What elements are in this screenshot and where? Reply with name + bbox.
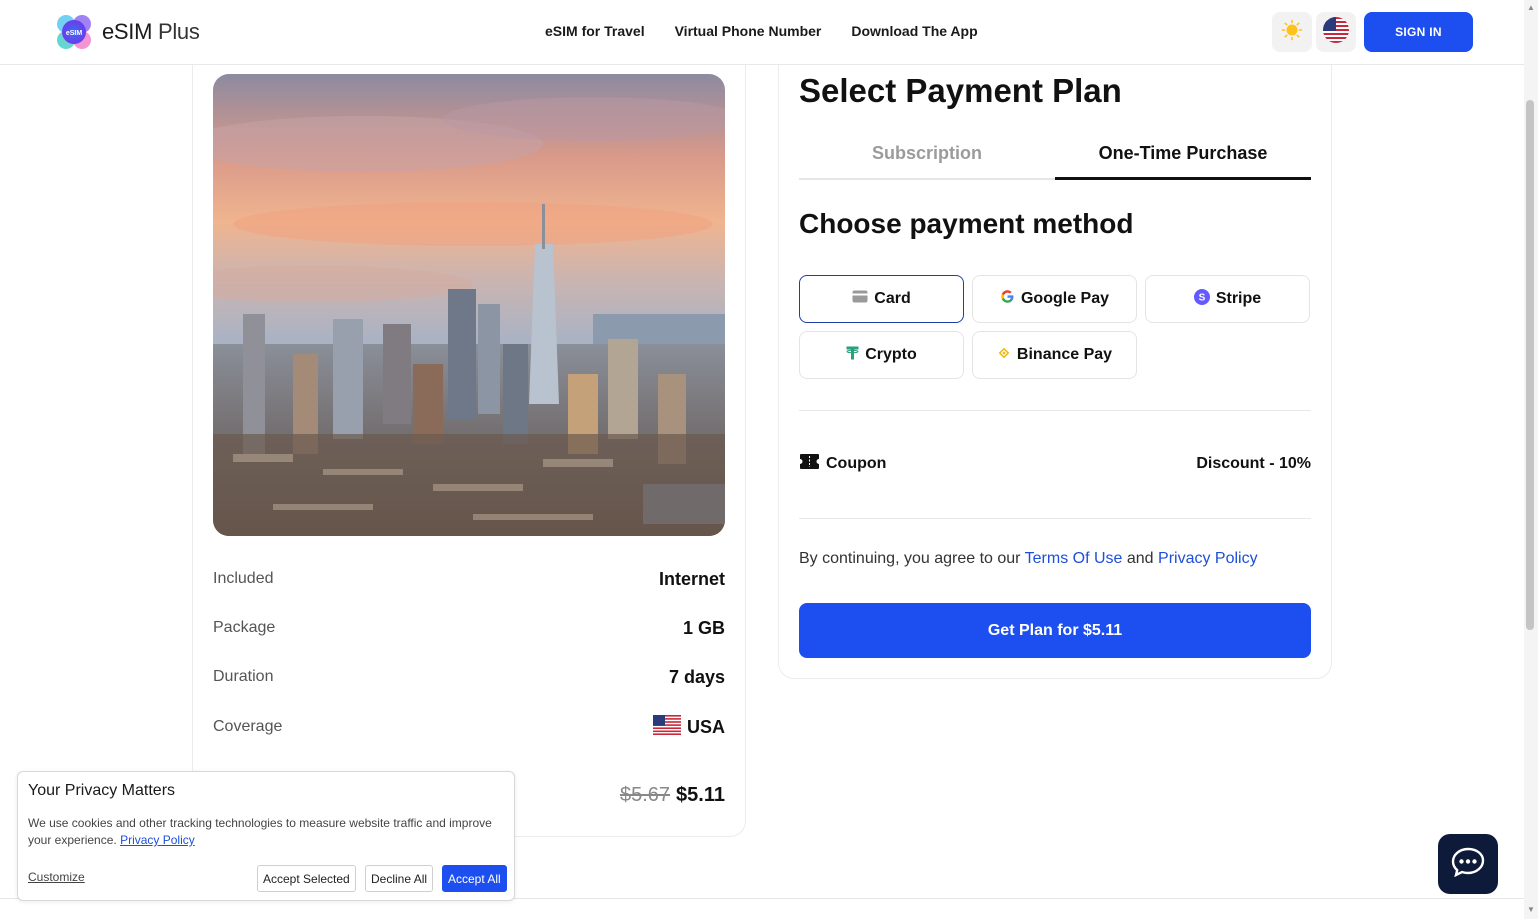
- nav-esim-for-travel[interactable]: eSIM for Travel: [545, 23, 645, 39]
- cookie-banner-body: We use cookies and other tracking techno…: [28, 816, 492, 847]
- stripe-icon: S: [1193, 288, 1210, 310]
- terms-of-use-link[interactable]: Terms Of Use: [1025, 550, 1123, 567]
- page: eSIM eSIM Plus eSIM for Travel Virtual P…: [0, 0, 1538, 919]
- coupon-icon: [799, 453, 820, 475]
- logo-text-main: eSIM: [102, 19, 153, 44]
- payment-method-card[interactable]: Card: [799, 275, 964, 323]
- info-row-duration: Duration 7 days: [213, 662, 725, 692]
- logo-text: eSIM Plus: [102, 19, 200, 45]
- tab-subscription[interactable]: Subscription: [799, 134, 1055, 178]
- coverage-country: USA: [686, 716, 725, 737]
- chat-widget-button[interactable]: [1438, 834, 1498, 894]
- info-label: Duration: [213, 668, 274, 685]
- theme-toggle-button[interactable]: [1272, 12, 1312, 52]
- cookie-consent-banner: Your Privacy Matters We use cookies and …: [17, 771, 515, 901]
- coupon-label-group: Coupon: [799, 453, 886, 475]
- us-flag-icon: [1323, 16, 1349, 48]
- logo-badge-text: eSIM: [66, 30, 83, 37]
- divider: [799, 410, 1311, 411]
- info-label: Package: [213, 619, 276, 636]
- sign-in-button[interactable]: SIGN IN: [1364, 12, 1473, 52]
- payment-method-heading: Choose payment method: [799, 208, 1134, 239]
- discount-label: Discount - 10%: [1196, 455, 1311, 472]
- nav-download-the-app[interactable]: Download The App: [851, 23, 977, 39]
- scroll-down-arrow-icon[interactable]: ▼: [1527, 905, 1535, 914]
- discounted-price: $5.11: [676, 783, 725, 806]
- tab-one-time-purchase[interactable]: One-Time Purchase: [1055, 134, 1311, 180]
- coupon-row[interactable]: Coupon Discount - 10%: [799, 452, 1311, 476]
- payment-method-crypto[interactable]: Crypto: [799, 331, 964, 379]
- payment-method-label: Binance Pay: [1016, 346, 1113, 363]
- svg-text:S: S: [1198, 292, 1205, 303]
- nav-virtual-phone-number[interactable]: Virtual Phone Number: [675, 23, 822, 39]
- sun-icon: [1281, 19, 1303, 46]
- coverage-value: USA: [652, 714, 725, 740]
- tether-icon: [846, 346, 859, 365]
- payment-method-binance-pay[interactable]: Binance Pay: [972, 331, 1137, 379]
- payment-method-google-pay[interactable]: Google Pay: [972, 275, 1137, 323]
- payment-method-label: Crypto: [865, 346, 917, 363]
- cookie-banner-text: We use cookies and other tracking techno…: [28, 815, 504, 849]
- divider: [799, 518, 1311, 519]
- card-icon: [852, 290, 868, 308]
- payment-method-label: Google Pay: [1020, 290, 1110, 307]
- scroll-up-arrow-icon[interactable]: ▲: [1527, 3, 1535, 12]
- terms-and: and: [1122, 550, 1159, 567]
- info-label: Included: [213, 570, 274, 587]
- customize-link[interactable]: Customize: [28, 870, 85, 884]
- coupon-label: Coupon: [826, 455, 887, 472]
- info-value: Internet: [658, 568, 725, 589]
- privacy-policy-link[interactable]: Privacy Policy: [1158, 550, 1258, 567]
- info-label: Coverage: [213, 718, 283, 735]
- accept-selected-button[interactable]: Accept Selected: [257, 865, 356, 892]
- logo-text-sub: Plus: [152, 19, 200, 44]
- site-header: eSIM eSIM Plus eSIM for Travel Virtual P…: [0, 0, 1524, 65]
- logo-icon: eSIM: [54, 12, 94, 52]
- terms-text: By continuing, you agree to our Terms Of…: [799, 550, 1258, 568]
- info-row-package: Package 1 GB: [213, 613, 725, 643]
- payment-method-label: Card: [874, 290, 911, 307]
- plan-tabs: Subscription One-Time Purchase: [799, 134, 1311, 180]
- page-title: Select Payment Plan: [799, 72, 1122, 109]
- info-row-coverage: Coverage USA: [213, 712, 725, 742]
- logo[interactable]: eSIM eSIM Plus: [54, 12, 200, 52]
- binance-icon: [997, 346, 1011, 365]
- decline-all-button[interactable]: Decline All: [365, 865, 434, 892]
- google-icon: [1000, 289, 1015, 309]
- accept-all-button[interactable]: Accept All: [442, 865, 507, 892]
- info-row-included: Included Internet: [213, 564, 725, 594]
- cookie-banner-title: Your Privacy Matters: [28, 782, 176, 799]
- terms-prefix: By continuing, you agree to our: [799, 550, 1025, 567]
- us-flag-icon: [652, 714, 681, 740]
- info-value: 7 days: [668, 666, 725, 687]
- scrollbar-thumb[interactable]: [1526, 100, 1534, 630]
- payment-method-label: Stripe: [1215, 290, 1262, 307]
- language-button[interactable]: [1316, 12, 1356, 52]
- get-plan-button[interactable]: Get Plan for $5.11: [799, 603, 1311, 658]
- payment-method-stripe[interactable]: S Stripe: [1145, 275, 1310, 323]
- destination-image: [213, 74, 725, 536]
- original-price: $5.67: [619, 783, 671, 806]
- chat-icon: [1451, 847, 1485, 882]
- cookie-privacy-policy-link[interactable]: Privacy Policy: [120, 833, 195, 847]
- info-value: 1 GB: [682, 617, 725, 638]
- main-nav: eSIM for Travel Virtual Phone Number Dow…: [545, 23, 978, 39]
